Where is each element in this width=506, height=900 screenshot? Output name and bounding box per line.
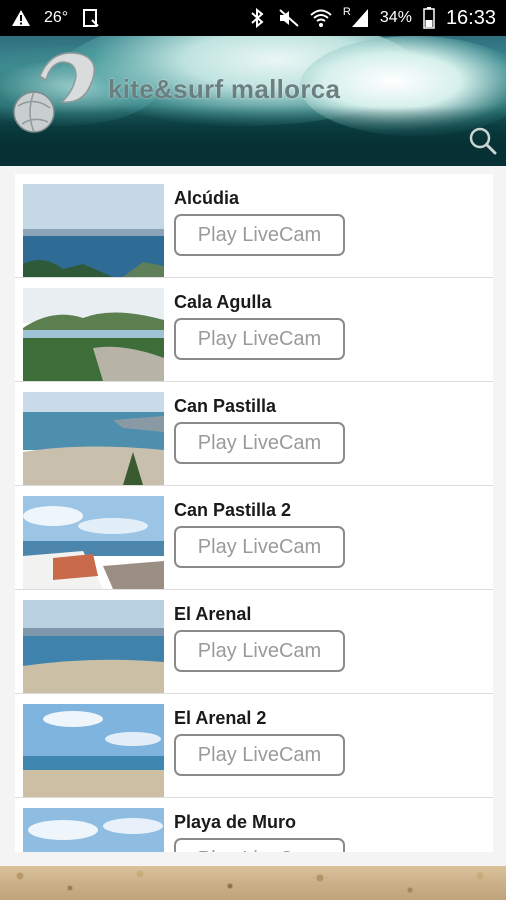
battery-icon: [422, 7, 436, 29]
search-icon: [468, 126, 498, 161]
webcam-thumbnail[interactable]: [23, 392, 164, 485]
list-item[interactable]: Can Pastilla 2 Play LiveCam: [15, 486, 493, 590]
play-livecam-button[interactable]: Play LiveCam: [174, 838, 345, 852]
webcam-thumbnail[interactable]: [23, 496, 164, 589]
list-item[interactable]: Playa de Muro Play LiveCam: [15, 798, 493, 852]
webcam-name: Cala Agulla: [174, 292, 272, 312]
app-header: kite&surf mallorca: [0, 36, 506, 166]
warning-icon: [10, 7, 32, 29]
footer-sand-image: [0, 866, 506, 900]
list-item[interactable]: El Arenal 2 Play LiveCam: [15, 694, 493, 798]
webcam-name: Alcúdia: [174, 188, 240, 208]
play-livecam-button[interactable]: Play LiveCam: [174, 214, 345, 256]
list-item[interactable]: Can Pastilla Play LiveCam: [15, 382, 493, 486]
webcam-name: El Arenal: [174, 604, 252, 624]
webcam-thumbnail[interactable]: [23, 808, 164, 852]
temperature-text: 26°: [44, 9, 69, 26]
clipboard-icon: [80, 7, 102, 29]
webcam-thumbnail[interactable]: [23, 184, 164, 277]
list-item[interactable]: Alcúdia Play LiveCam: [15, 174, 493, 278]
webcam-list[interactable]: Alcúdia Play LiveCam Cala Agulla Play Li…: [15, 174, 493, 852]
webcam-thumbnail[interactable]: [23, 704, 164, 797]
webcam-thumbnail[interactable]: [23, 288, 164, 381]
play-livecam-button[interactable]: Play LiveCam: [174, 318, 345, 360]
bluetooth-icon: [246, 7, 268, 29]
webcam-name: Can Pastilla 2: [174, 500, 292, 520]
webcam-name: Can Pastilla: [174, 396, 277, 416]
webcam-name: El Arenal 2: [174, 708, 267, 728]
wifi-icon: [310, 7, 332, 29]
clock: 16:33: [445, 6, 496, 29]
list-item[interactable]: Cala Agulla Play LiveCam: [15, 278, 493, 382]
app-title: kite&surf mallorca: [108, 74, 341, 104]
webcam-name: Playa de Muro: [174, 812, 297, 832]
play-livecam-button[interactable]: Play LiveCam: [174, 526, 345, 568]
signal-icon: R: [342, 6, 370, 29]
network-badge: R: [342, 6, 351, 18]
mute-icon: [278, 7, 300, 29]
play-livecam-button[interactable]: Play LiveCam: [174, 734, 345, 776]
app-logo: [12, 46, 102, 136]
play-livecam-button[interactable]: Play LiveCam: [174, 630, 345, 672]
search-button[interactable]: [466, 126, 500, 160]
status-bar: 26° R 34% 16:33: [0, 0, 506, 36]
battery-percent: 34%: [379, 9, 412, 26]
list-item[interactable]: El Arenal Play LiveCam: [15, 590, 493, 694]
webcam-thumbnail[interactable]: [23, 600, 164, 693]
play-livecam-button[interactable]: Play LiveCam: [174, 422, 345, 464]
